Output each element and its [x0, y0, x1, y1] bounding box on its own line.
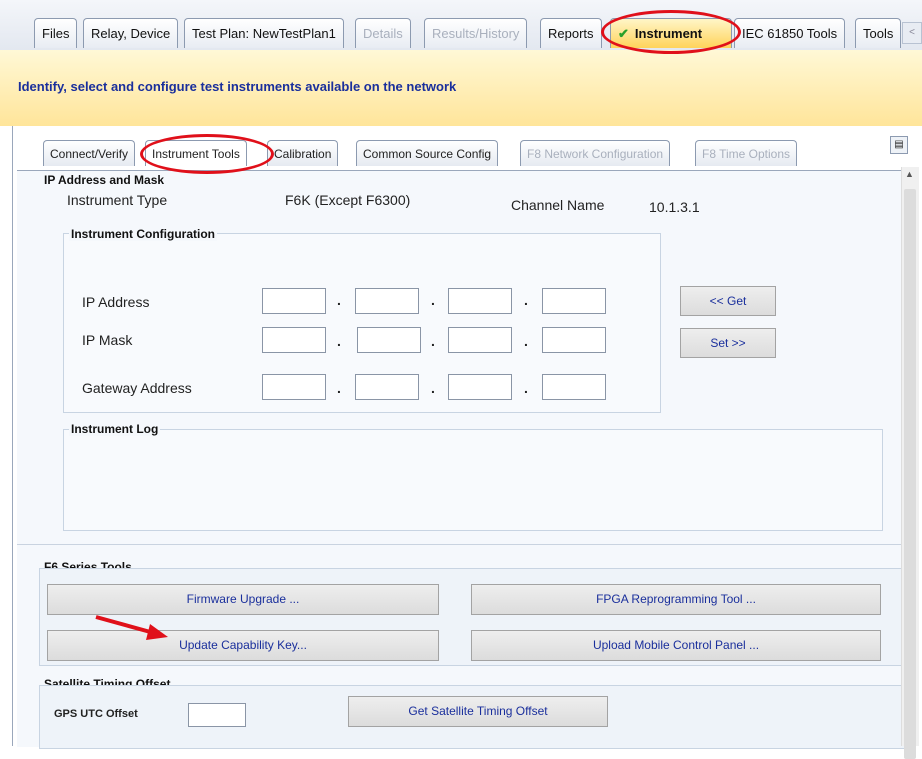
ip-address-octet-4[interactable] — [542, 288, 606, 314]
instrument-log — [63, 429, 883, 531]
scroll-up-icon[interactable]: ▲ — [905, 169, 914, 179]
ip-dot: . — [337, 380, 341, 396]
set-ip-button[interactable]: Set >> — [680, 328, 776, 358]
tab-results-history[interactable]: Results/History — [424, 18, 528, 48]
subtab-f8-network-configuration[interactable]: F8 Network Configuration — [520, 140, 671, 166]
tab-tools-label: Tools — [863, 26, 894, 41]
tab-details[interactable]: Details — [355, 18, 411, 48]
subtab-instrument-tools[interactable]: Instrument Tools — [145, 140, 247, 166]
tab-details-label: Details — [363, 26, 403, 41]
tab-files[interactable]: Files — [34, 18, 78, 48]
subtab-f8-network-label: F8 Network Configuration — [527, 147, 664, 161]
ip-mask-label: IP Mask — [82, 332, 133, 348]
tab-relay-label: Relay, Device — [91, 26, 171, 41]
get-ip-button-label: << Get — [709, 294, 747, 308]
tab-reports[interactable]: Reports — [540, 18, 602, 48]
fpga-reprogramming-label: FPGA Reprogramming Tool ... — [596, 592, 756, 606]
gateway-octet-4[interactable] — [542, 374, 606, 400]
ip-dot: . — [337, 333, 341, 349]
tab-iec-label: IEC 61850 Tools — [742, 26, 838, 41]
ip-mask-octet-1[interactable] — [262, 327, 326, 353]
gateway-octet-1[interactable] — [262, 374, 326, 400]
fpga-reprogramming-button[interactable]: FPGA Reprogramming Tool ... — [471, 584, 881, 615]
tab-files-label: Files — [42, 26, 70, 41]
tab-relay-device[interactable]: Relay, Device — [83, 18, 179, 48]
gateway-octet-2[interactable] — [355, 374, 419, 400]
tab-scroll-left-icon[interactable]: < — [902, 22, 922, 44]
instrument-log-title: Instrument Log — [69, 422, 161, 436]
subtab-common-source-config[interactable]: Common Source Config — [356, 140, 499, 166]
ip-dot: . — [431, 380, 435, 396]
banner-text: Identify, select and configure test inst… — [18, 79, 457, 94]
channel-name-label: Channel Name — [511, 197, 605, 213]
vertical-scrollbar[interactable]: ▲ — [901, 167, 919, 759]
subtab-f8-time-label: F8 Time Options — [702, 147, 791, 161]
instrument-type-value: F6K (Except F6300) — [285, 192, 411, 208]
scrollbar-thumb[interactable] — [904, 189, 916, 759]
divider — [17, 544, 905, 545]
gps-utc-offset-label: GPS UTC Offset — [54, 708, 138, 720]
ip-section-title: IP Address and Mask — [44, 173, 165, 187]
firmware-upgrade-label: Firmware Upgrade ... — [186, 592, 300, 606]
tab-reports-label: Reports — [548, 26, 594, 41]
checkmark-icon: ✔ — [618, 26, 629, 41]
subtab-calibration-label: Calibration — [274, 147, 332, 161]
instrument-type-label: Instrument Type — [67, 192, 168, 208]
subtab-connect-label: Connect/Verify — [50, 147, 129, 161]
tab-instrument[interactable]: ✔ Instrument — [610, 18, 732, 48]
subtab-calibration[interactable]: Calibration — [267, 140, 339, 166]
subtab-f8-time-options[interactable]: F8 Time Options — [695, 140, 798, 166]
get-satellite-timing-offset-label: Get Satellite Timing Offset — [408, 704, 548, 718]
ip-dot: . — [524, 292, 528, 308]
gateway-address-label: Gateway Address — [82, 380, 192, 396]
ip-address-octet-3[interactable] — [448, 288, 512, 314]
subtab-common-source-label: Common Source Config — [363, 147, 492, 161]
tab-test-plan[interactable]: Test Plan: NewTestPlan1 — [184, 18, 344, 48]
subtab-instrument-tools-label: Instrument Tools — [152, 147, 240, 161]
set-ip-button-label: Set >> — [710, 336, 746, 350]
ip-dot: . — [431, 292, 435, 308]
upload-mobile-control-panel-label: Upload Mobile Control Panel ... — [592, 638, 760, 652]
ip-mask-octet-3[interactable] — [448, 327, 512, 353]
red-arrow-icon — [95, 615, 168, 640]
main-tab-bar: Files Relay, Device Test Plan: NewTestPl… — [0, 0, 922, 51]
upload-mobile-control-panel-button[interactable]: Upload Mobile Control Panel ... — [471, 630, 881, 661]
subtab-connect-verify[interactable]: Connect/Verify — [43, 140, 136, 166]
tab-instrument-label: Instrument — [634, 26, 703, 41]
ip-mask-octet-2[interactable] — [357, 327, 421, 353]
get-ip-button[interactable]: << Get — [680, 286, 776, 316]
tab-test-plan-label: Test Plan: NewTestPlan1 — [192, 26, 336, 41]
ip-address-octet-1[interactable] — [262, 288, 326, 314]
ip-address-label: IP Address — [82, 294, 150, 310]
firmware-upgrade-button[interactable]: Firmware Upgrade ... — [47, 584, 439, 615]
instrument-panel: Connect/Verify Instrument Tools Calibrat… — [12, 126, 921, 749]
ip-mask-octet-4[interactable] — [542, 327, 606, 353]
restore-window-icon[interactable]: ▤ — [890, 136, 908, 154]
get-satellite-timing-offset-button[interactable]: Get Satellite Timing Offset — [348, 696, 608, 727]
tab-iec-61850-tools[interactable]: IEC 61850 Tools — [734, 18, 846, 48]
ip-dot: . — [524, 380, 528, 396]
gateway-octet-3[interactable] — [448, 374, 512, 400]
ip-dot: . — [431, 333, 435, 349]
instrument-configuration-title: Instrument Configuration — [69, 227, 217, 241]
tools-content: IP Address and Mask Instrument Type F6K … — [17, 170, 907, 749]
instrument-banner: Identify, select and configure test inst… — [0, 50, 922, 126]
channel-name-value: 10.1.3.1 — [649, 199, 700, 215]
gps-utc-offset-input[interactable] — [188, 703, 246, 727]
ip-dot: . — [524, 333, 528, 349]
ip-dot: . — [337, 292, 341, 308]
tab-tools[interactable]: Tools — [855, 18, 902, 48]
ip-address-octet-2[interactable] — [355, 288, 419, 314]
tab-results-label: Results/History — [432, 26, 520, 41]
